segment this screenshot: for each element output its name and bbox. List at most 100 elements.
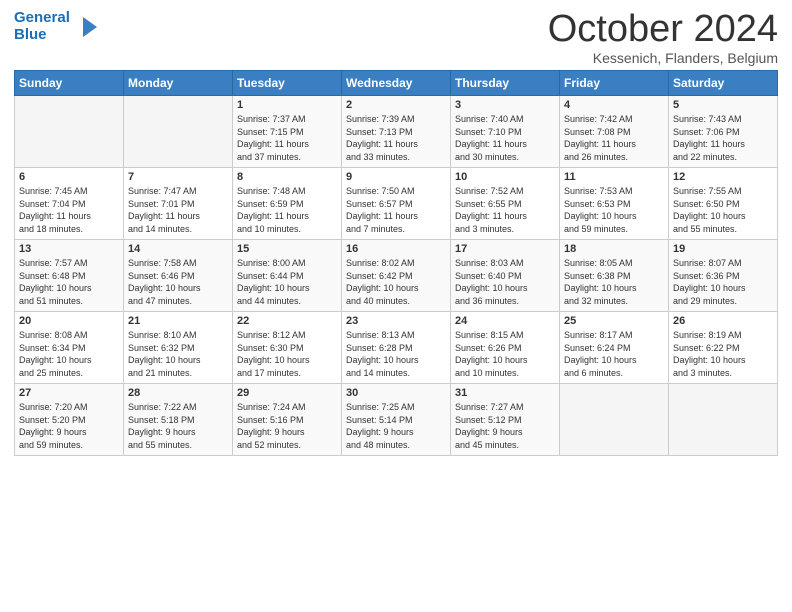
week-row-2: 6 Sunrise: 7:45 AMSunset: 7:04 PMDaylight… (15, 168, 778, 240)
day-info: Sunrise: 8:07 AMSunset: 6:36 PMDaylight:… (673, 257, 773, 307)
day-cell-w1-d3: 2Sunrise: 7:39 AMSunset: 7:13 PMDaylight… (342, 96, 451, 168)
day-info: Sunrise: 7:20 AMSunset: 5:20 PMDaylight:… (19, 401, 119, 451)
week-row-4: 20 Sunrise: 8:08 AMSunset: 6:34 PMDayligh… (15, 312, 778, 384)
day-info: Sunrise: 7:45 AMSunset: 7:04 PMDaylight:… (19, 185, 119, 235)
day-number: 13 (19, 243, 119, 255)
day-cell-w3-d0: 13 Sunrise: 7:57 AMSunset: 6:48 PMDayligh… (15, 240, 124, 312)
day-cell-w3-d6: 19Sunrise: 8:07 AMSunset: 6:36 PMDayligh… (669, 240, 778, 312)
day-cell-w5-d6 (669, 384, 778, 456)
day-info: Sunrise: 7:52 AMSunset: 6:55 PMDaylight:… (455, 185, 555, 235)
day-cell-w1-d2: 1 Sunrise: 7:37 AMSunset: 7:15 PMDaylight… (233, 96, 342, 168)
day-number: 20 (19, 315, 119, 327)
day-cell-w4-d5: 25Sunrise: 8:17 AMSunset: 6:24 PMDayligh… (560, 312, 669, 384)
day-number: 7 (128, 171, 228, 183)
week-row-1: 1 Sunrise: 7:37 AMSunset: 7:15 PMDaylight… (15, 96, 778, 168)
logo: General Blue (14, 10, 101, 43)
month-title: October 2024 (548, 10, 778, 48)
header-sunday: Sunday (15, 71, 124, 96)
day-info: Sunrise: 8:12 AMSunset: 6:30 PMDaylight:… (237, 329, 337, 379)
day-number: 6 (19, 171, 119, 183)
header-friday: Friday (560, 71, 669, 96)
header-tuesday: Tuesday (233, 71, 342, 96)
day-cell-w3-d5: 18 Sunrise: 8:05 AMSunset: 6:38 PMDayligh… (560, 240, 669, 312)
day-cell-w2-d2: 8Sunrise: 7:48 AMSunset: 6:59 PMDaylight… (233, 168, 342, 240)
day-info: Sunrise: 7:47 AMSunset: 7:01 PMDaylight:… (128, 185, 228, 235)
day-cell-w2-d3: 9Sunrise: 7:50 AMSunset: 6:57 PMDaylight… (342, 168, 451, 240)
day-info: Sunrise: 7:50 AMSunset: 6:57 PMDaylight:… (346, 185, 446, 235)
location-subtitle: Kessenich, Flanders, Belgium (548, 50, 778, 66)
day-cell-w5-d3: 30 Sunrise: 7:25 AMSunset: 5:14 PMDayligh… (342, 384, 451, 456)
day-number: 17 (455, 243, 555, 255)
day-info: Sunrise: 8:19 AMSunset: 6:22 PMDaylight:… (673, 329, 773, 379)
day-cell-w5-d0: 27 Sunrise: 7:20 AMSunset: 5:20 PMDayligh… (15, 384, 124, 456)
day-number: 26 (673, 315, 773, 327)
day-info: Sunrise: 7:25 AMSunset: 5:14 PMDaylight:… (346, 401, 446, 451)
title-block: October 2024 Kessenich, Flanders, Belgiu… (548, 10, 778, 66)
week-row-5: 27 Sunrise: 7:20 AMSunset: 5:20 PMDayligh… (15, 384, 778, 456)
header-thursday: Thursday (451, 71, 560, 96)
day-number: 16 (346, 243, 446, 255)
day-number: 31 (455, 387, 555, 399)
day-info: Sunrise: 7:24 AMSunset: 5:16 PMDaylight:… (237, 401, 337, 451)
header-row: General Blue October 2024 Kessenich, Fla… (14, 10, 778, 66)
day-cell-w3-d1: 14Sunrise: 7:58 AMSunset: 6:46 PMDayligh… (124, 240, 233, 312)
day-cell-w5-d5 (560, 384, 669, 456)
day-info: Sunrise: 7:40 AMSunset: 7:10 PMDaylight:… (455, 113, 555, 163)
day-number: 21 (128, 315, 228, 327)
day-cell-w5-d2: 29Sunrise: 7:24 AMSunset: 5:16 PMDayligh… (233, 384, 342, 456)
day-cell-w4-d0: 20 Sunrise: 8:08 AMSunset: 6:34 PMDayligh… (15, 312, 124, 384)
day-info: Sunrise: 7:42 AMSunset: 7:08 PMDaylight:… (564, 113, 664, 163)
day-info: Sunrise: 8:02 AMSunset: 6:42 PMDaylight:… (346, 257, 446, 307)
day-cell-w2-d1: 7 Sunrise: 7:47 AMSunset: 7:01 PMDaylight… (124, 168, 233, 240)
day-info: Sunrise: 8:15 AMSunset: 6:26 PMDaylight:… (455, 329, 555, 379)
header-wednesday: Wednesday (342, 71, 451, 96)
day-cell-w1-d5: 4 Sunrise: 7:42 AMSunset: 7:08 PMDaylight… (560, 96, 669, 168)
day-number: 10 (455, 171, 555, 183)
logo-icon (73, 13, 101, 41)
day-cell-w3-d3: 16 Sunrise: 8:02 AMSunset: 6:42 PMDayligh… (342, 240, 451, 312)
day-cell-w1-d4: 3 Sunrise: 7:40 AMSunset: 7:10 PMDaylight… (451, 96, 560, 168)
day-cell-w2-d0: 6 Sunrise: 7:45 AMSunset: 7:04 PMDaylight… (15, 168, 124, 240)
day-cell-w1-d1 (124, 96, 233, 168)
day-number: 12 (673, 171, 773, 183)
day-number: 1 (237, 99, 337, 111)
day-number: 30 (346, 387, 446, 399)
day-info: Sunrise: 7:37 AMSunset: 7:15 PMDaylight:… (237, 113, 337, 163)
day-info: Sunrise: 7:53 AMSunset: 6:53 PMDaylight:… (564, 185, 664, 235)
day-cell-w2-d6: 12 Sunrise: 7:55 AMSunset: 6:50 PMDayligh… (669, 168, 778, 240)
day-number: 11 (564, 171, 664, 183)
day-info: Sunrise: 7:39 AMSunset: 7:13 PMDaylight:… (346, 113, 446, 163)
day-info: Sunrise: 7:57 AMSunset: 6:48 PMDaylight:… (19, 257, 119, 307)
day-info: Sunrise: 8:00 AMSunset: 6:44 PMDaylight:… (237, 257, 337, 307)
day-number: 27 (19, 387, 119, 399)
day-number: 4 (564, 99, 664, 111)
day-number: 24 (455, 315, 555, 327)
day-cell-w3-d2: 15Sunrise: 8:00 AMSunset: 6:44 PMDayligh… (233, 240, 342, 312)
day-cell-w1-d0 (15, 96, 124, 168)
calendar-table: Sunday Monday Tuesday Wednesday Thursday… (14, 70, 778, 456)
logo-text: General Blue (14, 10, 70, 43)
day-info: Sunrise: 8:08 AMSunset: 6:34 PMDaylight:… (19, 329, 119, 379)
day-number: 14 (128, 243, 228, 255)
day-cell-w4-d3: 23Sunrise: 8:13 AMSunset: 6:28 PMDayligh… (342, 312, 451, 384)
day-info: Sunrise: 8:05 AMSunset: 6:38 PMDaylight:… (564, 257, 664, 307)
day-cell-w3-d4: 17 Sunrise: 8:03 AMSunset: 6:40 PMDayligh… (451, 240, 560, 312)
day-info: Sunrise: 7:55 AMSunset: 6:50 PMDaylight:… (673, 185, 773, 235)
day-info: Sunrise: 7:43 AMSunset: 7:06 PMDaylight:… (673, 113, 773, 163)
day-number: 28 (128, 387, 228, 399)
day-info: Sunrise: 8:03 AMSunset: 6:40 PMDaylight:… (455, 257, 555, 307)
calendar-header-row: Sunday Monday Tuesday Wednesday Thursday… (15, 71, 778, 96)
day-cell-w2-d5: 11 Sunrise: 7:53 AMSunset: 6:53 PMDayligh… (560, 168, 669, 240)
page-container: General Blue October 2024 Kessenich, Fla… (0, 0, 792, 462)
day-cell-w4-d1: 21Sunrise: 8:10 AMSunset: 6:32 PMDayligh… (124, 312, 233, 384)
day-info: Sunrise: 7:22 AMSunset: 5:18 PMDaylight:… (128, 401, 228, 451)
day-cell-w4-d4: 24 Sunrise: 8:15 AMSunset: 6:26 PMDayligh… (451, 312, 560, 384)
day-cell-w2-d4: 10 Sunrise: 7:52 AMSunset: 6:55 PMDayligh… (451, 168, 560, 240)
day-number: 25 (564, 315, 664, 327)
day-cell-w5-d1: 28 Sunrise: 7:22 AMSunset: 5:18 PMDayligh… (124, 384, 233, 456)
day-number: 18 (564, 243, 664, 255)
day-number: 3 (455, 99, 555, 111)
logo-general: General (14, 9, 70, 26)
day-info: Sunrise: 8:13 AMSunset: 6:28 PMDaylight:… (346, 329, 446, 379)
day-info: Sunrise: 7:27 AMSunset: 5:12 PMDaylight:… (455, 401, 555, 451)
